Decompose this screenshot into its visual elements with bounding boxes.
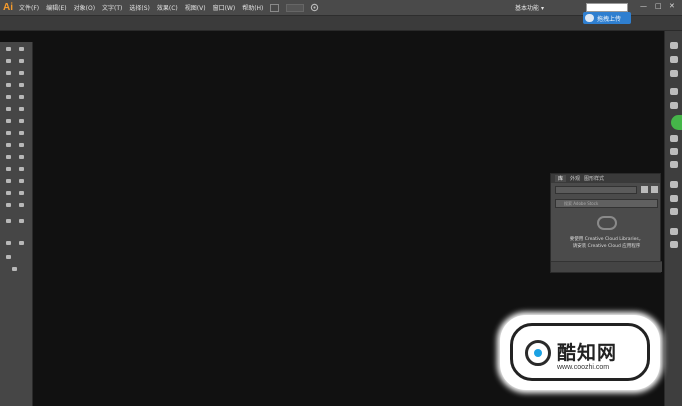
tab-graphic-styles[interactable]: 图形样式 [584,175,604,182]
swatches-icon[interactable] [670,70,678,77]
arrange-documents-dropdown[interactable] [286,3,305,12]
pencil-tool[interactable] [5,106,12,112]
free-transform-tool[interactable] [18,130,25,136]
panel-message-line1: 要使用 Creative Cloud Libraries， [569,237,644,242]
bridge-button[interactable] [270,3,280,12]
gradient-tool[interactable] [18,154,25,160]
layers-icon[interactable] [670,228,678,235]
pen-icon[interactable] [5,70,12,76]
paintbrush-tool[interactable] [18,94,25,100]
transparency-icon[interactable] [670,161,678,168]
brushes-icon[interactable] [670,88,678,95]
menu-view[interactable]: 视图(V) [185,3,206,12]
shape-builder-tool[interactable] [5,142,12,148]
cloud-upload-icon [585,14,594,22]
libraries-panel: 库 外观 图形样式 搜索 Adobe Stock 要使用 Creative Cl… [550,173,662,273]
mesh-tool[interactable] [5,154,12,160]
line-tool[interactable] [18,82,25,88]
creative-cloud-icon [597,216,617,230]
appearance-icon[interactable] [670,195,678,202]
cc-libraries-icon[interactable] [670,181,678,188]
color-guide-icon[interactable] [670,56,678,63]
grid-view-icon[interactable] [641,186,648,193]
watermark-frame: 酷知网 www.coozhi.com [510,323,650,381]
tools-panel [0,42,33,406]
control-bar [0,16,682,31]
direct-selection-tool[interactable] [18,46,25,52]
graphic-styles-icon[interactable] [670,208,678,215]
upload-button[interactable]: 拖拽上传 [583,12,631,24]
symbols-icon[interactable] [670,102,678,109]
slice-tool[interactable] [18,190,25,196]
drawing-mode-button[interactable] [5,254,12,260]
watermark: 酷知网 www.coozhi.com [500,315,660,390]
color-mode-button[interactable] [5,240,12,246]
symbol-sprayer-tool[interactable] [5,178,12,184]
type-icon[interactable] [5,82,12,88]
fill-swatch[interactable] [5,218,12,224]
curvature-tool[interactable] [18,70,25,76]
menu-effect[interactable]: 效果(C) [157,3,178,12]
upload-label: 拖拽上传 [597,15,622,23]
menu-file[interactable]: 文件(F) [19,3,39,12]
accelerator-badge-icon[interactable] [671,115,682,130]
workspace-switcher[interactable]: 基本功能 ▾ [515,3,544,12]
column-graph-tool[interactable] [18,178,25,184]
none-swatch[interactable] [18,240,25,246]
maximize-button[interactable]: □ [655,2,662,10]
menu-help[interactable]: 帮助(H) [242,3,263,12]
menu-select[interactable]: 选择(S) [129,3,150,12]
menu-type[interactable]: 文字(T) [102,3,122,12]
app-logo: Ai [3,2,13,13]
zoom-icon[interactable] [18,202,25,208]
workspace-label: 基本功能 [515,5,540,12]
width-tool[interactable] [5,130,12,136]
list-view-icon[interactable] [651,186,658,193]
chevron-down-icon: ▾ [540,5,544,12]
selection-tool[interactable] [5,46,12,52]
menu-edit[interactable]: 编辑(E) [46,3,66,12]
right-panel-dock [664,31,682,406]
tab-appearance[interactable]: 外观 [570,175,580,182]
screen-mode-button[interactable] [11,266,18,272]
watermark-url: www.coozhi.com [557,364,610,371]
lasso-tool[interactable] [18,58,25,64]
tab-libraries[interactable]: 库 [555,175,567,182]
search-input[interactable] [586,3,628,12]
eyedropper-tool[interactable] [5,166,12,172]
close-button[interactable]: ✕ [669,2,675,10]
magic-wand-tool[interactable] [5,58,12,64]
watermark-logo-icon [525,340,551,366]
menu-bar: Ai 文件(F) 编辑(E) 对象(O) 文字(T) 选择(S) 效果(C) 视… [0,0,682,16]
artboards-icon[interactable] [670,241,678,248]
perspective-grid-tool[interactable] [18,142,25,148]
scale-tool[interactable] [18,118,25,124]
rectangle-tool[interactable] [5,94,12,100]
hand-icon[interactable] [5,202,12,208]
panel-message-line2: 请安装 Creative Cloud 应用程序 [572,244,641,249]
eraser-tool[interactable] [18,106,25,112]
stroke-swatch[interactable] [18,218,25,224]
stock-search-input[interactable]: 搜索 Adobe Stock [555,199,658,208]
blend-tool[interactable] [18,166,25,172]
library-select[interactable] [555,186,637,194]
stroke-icon[interactable] [670,135,678,142]
color-icon[interactable] [670,42,678,49]
watermark-title: 酷知网 [557,342,618,364]
panel-footer [551,261,662,272]
gpu-performance-icon[interactable] [310,3,319,12]
menu-object[interactable]: 对象(O) [74,3,95,12]
menu-window[interactable]: 窗口(W) [213,3,236,12]
artboard-tool[interactable] [5,190,12,196]
minimize-button[interactable]: — [640,2,647,10]
gradient-icon[interactable] [670,148,678,155]
rotate-tool[interactable] [5,118,12,124]
panel-tab-bar: 库 外观 图形样式 [551,174,660,183]
